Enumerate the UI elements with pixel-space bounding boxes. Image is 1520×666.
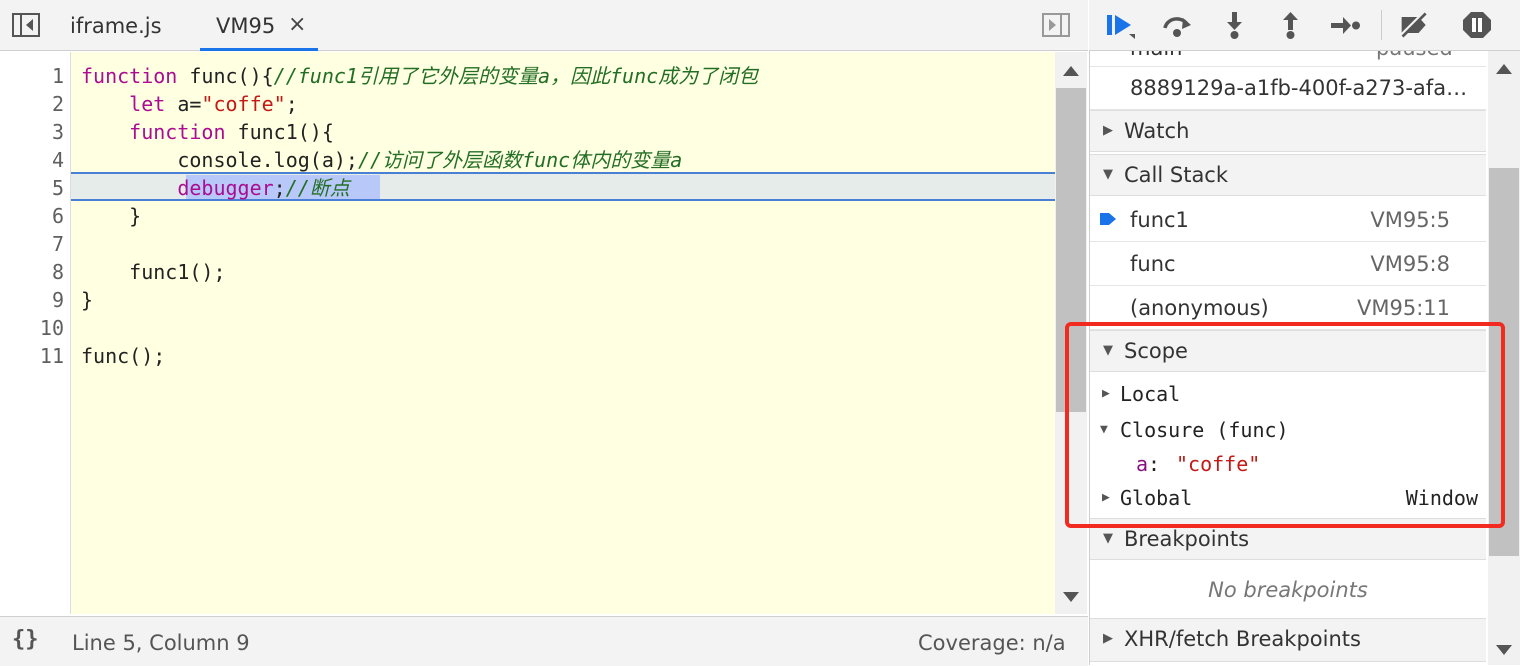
scope-highlight-box (1065, 322, 1505, 528)
code-line: func(); (81, 344, 166, 368)
tab-iframe-js[interactable]: iframe.js (70, 0, 162, 50)
expand-triangle-icon: ▶ (1103, 123, 1113, 138)
toggle-navigator-icon[interactable] (12, 13, 40, 37)
code-line: function func(){//func1引用了它外层的变量a，因此func… (81, 64, 759, 88)
line-number[interactable]: 8 (0, 258, 64, 286)
expand-triangle-icon: ▶ (1103, 631, 1113, 646)
toggle-debugger-icon[interactable] (1042, 13, 1070, 37)
no-breakpoints-message: No breakpoints (1208, 578, 1368, 602)
step-over-icon[interactable] (1161, 10, 1193, 40)
line-number[interactable]: 5 (0, 174, 64, 202)
watch-section-header[interactable]: ▶ Watch (1090, 110, 1486, 152)
code-line: console.log(a);//访问了外层函数func体内的变量a (177, 148, 683, 172)
deactivate-breakpoints-icon[interactable] (1399, 10, 1431, 40)
editor-status-bar: {} Line 5, Column 9 Coverage: n/a (0, 616, 1088, 666)
pretty-print-icon[interactable]: {} (12, 627, 39, 652)
line-number[interactable]: 1 (0, 62, 64, 90)
line-number-gutter[interactable]: 1 2 3 4 5 6 7 8 9 10 11 (0, 52, 71, 614)
pause-on-exceptions-icon[interactable] (1461, 10, 1493, 40)
watch-label: Watch (1124, 119, 1190, 143)
step-into-icon[interactable] (1219, 10, 1251, 40)
call-frame-func[interactable]: func VM95:8 (1090, 242, 1486, 286)
step-out-icon[interactable] (1275, 10, 1307, 40)
resume-icon[interactable] (1105, 10, 1137, 40)
code-line: let a="coffe"; (129, 92, 298, 116)
code-line: } (81, 288, 94, 312)
call-stack-section-header[interactable]: ▼ Call Stack (1090, 154, 1486, 196)
scroll-down-arrow-icon[interactable] (1496, 645, 1512, 655)
xhr-breakpoints-section-header[interactable]: ▶ XHR/fetch Breakpoints (1090, 618, 1486, 662)
line-number[interactable]: 10 (0, 314, 64, 342)
line-number[interactable]: 6 (0, 202, 64, 230)
thread-paused-label: paused (1376, 50, 1453, 60)
call-frame-func1[interactable]: func1 VM95:5 (1090, 198, 1486, 242)
line-number[interactable]: 7 (0, 230, 64, 258)
code-line: function func1(){ (129, 120, 334, 144)
code-line: func1(); (81, 260, 226, 284)
line-number[interactable]: 2 (0, 90, 64, 118)
cursor-position: Line 5, Column 9 (72, 631, 250, 655)
editor-tab-bar: iframe.js VM95 × (0, 0, 1088, 51)
call-stack-label: Call Stack (1124, 163, 1229, 187)
tab-close-icon[interactable]: × (288, 0, 306, 50)
call-frame-name: func (1130, 252, 1176, 276)
debugger-toolbar (1089, 0, 1520, 51)
line-number[interactable]: 3 (0, 118, 64, 146)
collapse-triangle-icon: ▼ (1103, 167, 1113, 182)
thread-row[interactable]: 8889129a-a1fb-400f-a273-afa… (1090, 66, 1486, 110)
thread-id: 8889129a-a1fb-400f-a273-afa… (1130, 76, 1468, 100)
code-line-current: debugger;//断点 (177, 176, 350, 200)
step-icon[interactable] (1329, 10, 1361, 40)
line-number[interactable]: 9 (0, 286, 64, 314)
current-frame-arrow-icon (1100, 213, 1116, 225)
line-number[interactable]: 4 (0, 146, 64, 174)
threads-partial-row: main paused (1090, 50, 1486, 67)
scroll-up-arrow-icon[interactable] (1496, 64, 1512, 74)
xhr-breakpoints-label: XHR/fetch Breakpoints (1124, 627, 1361, 651)
call-frame-location[interactable]: VM95:5 (1370, 198, 1450, 242)
coverage-status: Coverage: n/a (918, 631, 1066, 655)
line-number[interactable]: 11 (0, 342, 64, 370)
code-line: } (81, 204, 142, 228)
call-frame-name: func1 (1130, 208, 1189, 232)
thread-main-label: main (1130, 50, 1182, 60)
scroll-up-arrow-icon[interactable] (1063, 66, 1079, 76)
call-frame-location[interactable]: VM95:8 (1370, 242, 1450, 286)
scroll-down-arrow-icon[interactable] (1063, 592, 1079, 602)
toolbar-divider (1381, 10, 1382, 40)
